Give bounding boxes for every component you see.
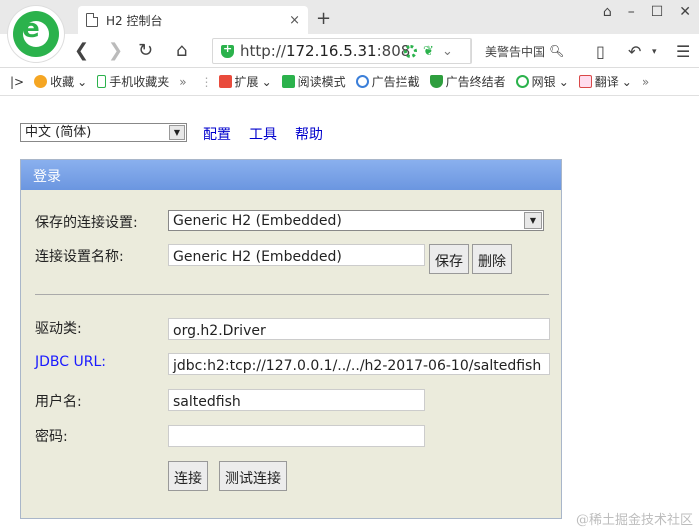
- block-icon: [355, 75, 369, 88]
- delete-button[interactable]: 删除: [472, 244, 512, 274]
- bookmark-item-bank[interactable]: 网银 ⌄: [515, 73, 569, 90]
- test-connection-button[interactable]: 测试连接: [219, 461, 287, 491]
- bookmark-item-mobile[interactable]: 手机收藏夹: [97, 73, 169, 90]
- jdbc-url-input[interactable]: jdbc:h2:tcp://127.0.0.1/../../h2-2017-06…: [168, 353, 550, 375]
- sidebar-toggle-icon[interactable]: |>: [10, 75, 24, 89]
- password-label: 密码:: [35, 429, 68, 445]
- menu-icon[interactable]: ☰: [676, 42, 690, 61]
- close-window-button[interactable]: ✕: [679, 4, 691, 20]
- preferences-link[interactable]: 配置: [203, 124, 231, 144]
- password-input[interactable]: [168, 425, 425, 447]
- url-text: http://172.16.5.31:808: [240, 42, 410, 60]
- leaf-icon[interactable]: ❦: [423, 45, 436, 58]
- username-input[interactable]: saltedfish: [168, 389, 425, 411]
- bookmarks-bar: |> 收藏 ⌄ 手机收藏夹 » ⋮ 扩展 ⌄ 阅读模式 广告拦截 广告终结者 网银 ⌄…: [0, 68, 699, 96]
- url-host: 172.16.5.31: [285, 42, 377, 60]
- bookmark-item-reader[interactable]: 阅读模式: [281, 73, 346, 90]
- bookmark-label: 广告拦截: [371, 75, 420, 89]
- saved-settings-label: 保存的连接设置:: [35, 215, 138, 231]
- connect-button[interactable]: 连接: [168, 461, 208, 491]
- forward-arrow-icon[interactable]: ❯: [108, 40, 123, 61]
- search-text: 美警告中国: [485, 44, 546, 59]
- username-label: 用户名:: [35, 394, 82, 410]
- bookmark-label: 收藏: [50, 75, 75, 89]
- star-icon: [34, 75, 48, 88]
- undo-dropdown-icon[interactable]: ▾: [652, 47, 657, 57]
- bookmark-label: 翻译: [594, 75, 619, 89]
- logo-e-icon: e: [22, 14, 40, 44]
- window-controls: ⌂ – ☐ ✕: [603, 4, 691, 20]
- tab-title: H2 控制台: [106, 13, 163, 28]
- skin-icon[interactable]: ⌂: [603, 4, 612, 20]
- bookmark-item-adterminator[interactable]: 广告终结者: [429, 73, 506, 90]
- browser-logo: e: [8, 6, 64, 62]
- driver-input[interactable]: org.h2.Driver: [168, 318, 550, 340]
- back-arrow-icon[interactable]: ❮: [74, 40, 89, 61]
- new-tab-button[interactable]: +: [316, 8, 331, 29]
- setting-name-label: 连接设置名称:: [35, 249, 124, 265]
- maximize-button[interactable]: ☐: [651, 4, 664, 20]
- saved-settings-select[interactable]: Generic H2 (Embedded) ▼: [168, 210, 544, 231]
- jdbc-url-label[interactable]: JDBC URL:: [35, 354, 106, 370]
- refresh-icon[interactable]: ↻: [138, 40, 153, 61]
- more-bookmarks-icon[interactable]: »: [179, 75, 186, 89]
- more-bookmarks-icon[interactable]: »: [642, 75, 649, 89]
- minimize-button[interactable]: –: [628, 4, 635, 20]
- chevron-down-icon[interactable]: ⌄: [442, 45, 455, 58]
- search-icon[interactable]: 🔍︎: [549, 44, 564, 58]
- address-bar-icons: ❦ ⌄: [404, 45, 455, 58]
- extensions-icon: [218, 75, 232, 88]
- dropdown-arrow-icon[interactable]: ▼: [169, 125, 185, 140]
- page-icon: [86, 13, 98, 27]
- page-content: 中文 (简体) ▼ 配置 工具 帮助 登录 保存的连接设置: Generic H…: [0, 97, 699, 532]
- shield-icon: [429, 75, 443, 88]
- watermark: @稀土掘金技术社区: [575, 513, 693, 528]
- login-panel: 登录 保存的连接设置: Generic H2 (Embedded) ▼ 连接设置…: [20, 159, 562, 519]
- driver-label: 驱动类:: [35, 321, 82, 337]
- bookmark-label: 网银: [531, 75, 556, 89]
- close-tab-icon[interactable]: ×: [289, 13, 300, 28]
- browser-tab[interactable]: H2 控制台 ×: [78, 6, 308, 34]
- saved-settings-value: Generic H2 (Embedded): [173, 213, 342, 229]
- navigation-bar: ❮ ❯ ↻ ⌂ http://172.16.5.31:808 ❦ ⌄ 美警告中国…: [0, 34, 699, 68]
- separator-icon: ⋮: [200, 74, 213, 89]
- bookmark-label: 扩展: [234, 75, 259, 89]
- home-icon[interactable]: ⌂: [176, 40, 187, 61]
- bookmark-label: 广告终结者: [445, 75, 506, 89]
- bank-icon: [515, 75, 529, 88]
- bookmark-item-favorites[interactable]: 收藏 ⌄: [34, 73, 87, 90]
- setting-name-input[interactable]: Generic H2 (Embedded): [168, 244, 425, 266]
- speedup-icon[interactable]: [404, 45, 417, 58]
- language-value: 中文 (简体): [25, 125, 92, 140]
- dropdown-arrow-icon[interactable]: ▼: [524, 212, 542, 229]
- login-header: 登录: [21, 160, 561, 190]
- security-shield-icon: [221, 42, 234, 58]
- bookmark-label: 阅读模式: [297, 75, 346, 89]
- tools-link[interactable]: 工具: [249, 124, 277, 144]
- undo-icon[interactable]: ↶: [628, 42, 641, 61]
- bookmark-item-extensions[interactable]: 扩展 ⌄: [218, 73, 272, 90]
- phone-icon: [97, 75, 107, 88]
- bookmark-item-translate[interactable]: 翻译 ⌄: [578, 73, 632, 90]
- save-button[interactable]: 保存: [429, 244, 469, 274]
- divider: [35, 294, 549, 295]
- help-link[interactable]: 帮助: [295, 124, 323, 144]
- browser-tab-strip: H2 控制台 × + ⌂ – ☐ ✕: [0, 0, 699, 34]
- phone-icon[interactable]: ▯: [596, 42, 605, 61]
- language-select[interactable]: 中文 (简体) ▼: [20, 123, 187, 142]
- url-scheme: http://: [240, 42, 286, 60]
- bookmark-label: 手机收藏夹: [109, 75, 170, 89]
- book-icon: [281, 75, 295, 88]
- bookmark-item-adblock[interactable]: 广告拦截: [355, 73, 420, 90]
- translate-icon: [578, 75, 592, 88]
- search-box[interactable]: 美警告中国 🔍︎: [470, 38, 582, 64]
